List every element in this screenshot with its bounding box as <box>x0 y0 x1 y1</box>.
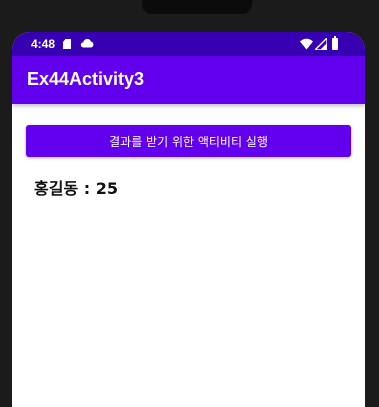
app-title: Ex44Activity3 <box>27 69 145 89</box>
status-time: 4:48 <box>31 37 56 51</box>
wifi-icon <box>300 38 313 50</box>
device-frame: 4:48 Ex44Activity3 결과를 받기 위한 액티비티 실행 홍길동… <box>0 0 379 407</box>
signal-icon <box>315 38 327 50</box>
status-bar: 4:48 <box>12 32 365 56</box>
sd-card-icon <box>63 39 71 49</box>
battery-icon <box>332 36 338 50</box>
app-bar: Ex44Activity3 <box>12 56 365 104</box>
cloud-icon <box>80 38 94 48</box>
app-screen: 4:48 Ex44Activity3 결과를 받기 위한 액티비티 실행 홍길동… <box>12 32 365 407</box>
camera-notch <box>142 0 252 14</box>
launch-result-activity-button[interactable]: 결과를 받기 위한 액티비티 실행 <box>26 125 351 157</box>
result-text: 홍길동 : 25 <box>34 179 118 198</box>
